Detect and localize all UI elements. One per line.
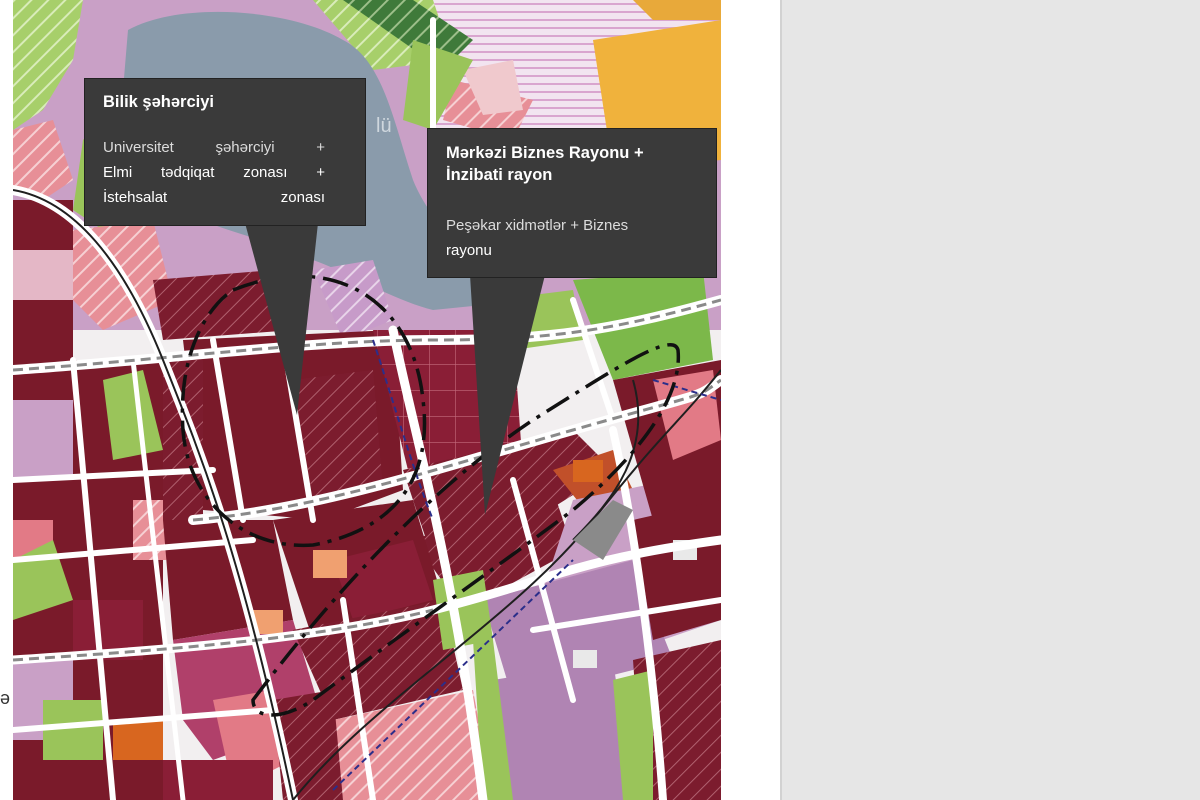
callout-title: Mərkəzi Biznes Rayonu + İnzibati rayon bbox=[446, 142, 644, 186]
callout-line: Elmi tədqiqat zonası + bbox=[103, 164, 325, 181]
callout-title-line: Mərkəzi Biznes Rayonu + bbox=[446, 144, 644, 162]
callout-knowledge-campus: Bilik şəhərciyi Universitet şəhərciyi + … bbox=[84, 78, 366, 226]
callout-central-business-district: Mərkəzi Biznes Rayonu + İnzibati rayon P… bbox=[427, 128, 717, 278]
callout-line: Peşəkar xidmətlər + Biznes bbox=[446, 217, 629, 234]
callout-body: Peşəkar xidmətlər + Biznes rayonu bbox=[446, 213, 666, 263]
callout-body: Universitet şəhərciyi + Elmi tədqiqat zo… bbox=[103, 135, 325, 210]
callout-title-line: İnzibati rayon bbox=[446, 166, 553, 184]
callout-line: İstehsalat zonası bbox=[103, 189, 325, 206]
callout-line: Universitet şəhərciyi + bbox=[103, 139, 325, 156]
water-label: lü bbox=[376, 115, 392, 137]
cropped-text-fragment: ə bbox=[0, 688, 11, 708]
callout-title: Bilik şəhərciyi bbox=[103, 93, 214, 111]
callout-line: rayonu bbox=[446, 242, 492, 259]
panel-divider bbox=[780, 0, 782, 800]
